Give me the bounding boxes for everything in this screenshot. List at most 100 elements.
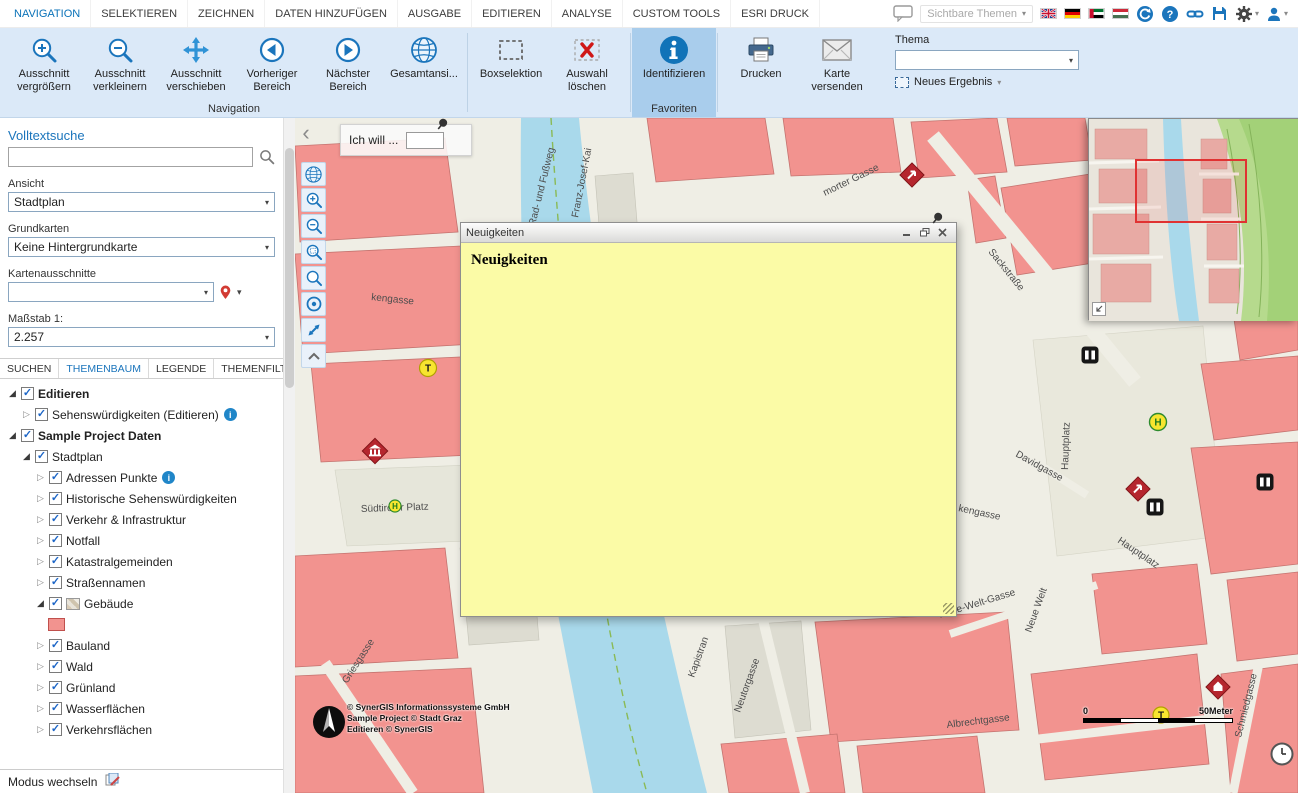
map-zoom-free-button[interactable]: [301, 266, 326, 290]
tree-label[interactable]: Bauland: [66, 639, 110, 653]
close-icon[interactable]: [935, 226, 951, 240]
poi-sight-icon[interactable]: [1147, 499, 1164, 516]
gear-icon[interactable]: ▾: [1235, 5, 1259, 23]
tree-label[interactable]: Katastralgemeinden: [66, 555, 173, 569]
menu-item-daten-hinzufuegen[interactable]: DATEN HINZUFÜGEN: [265, 0, 398, 27]
expand-toggle-icon[interactable]: ▷: [34, 556, 47, 567]
user-icon[interactable]: ▾: [1266, 6, 1288, 22]
tree-label[interactable]: Wasserflächen: [66, 702, 145, 716]
expand-toggle-icon[interactable]: ▷: [20, 409, 33, 420]
collapse-toggle-icon[interactable]: ◢: [6, 430, 19, 441]
flag-hu-icon[interactable]: [1112, 8, 1129, 19]
layer-checkbox[interactable]: ✓: [49, 702, 62, 715]
map-viewport[interactable]: Rad- und Fußweg Franz-Josef-Kai morter G…: [295, 118, 1298, 793]
tool-naechster-bereich[interactable]: Nächster Bereich: [310, 31, 386, 102]
map-center-button[interactable]: [301, 292, 326, 316]
tool-drucken[interactable]: Drucken: [723, 31, 799, 102]
tool-ausschnitt-verschieben[interactable]: Ausschnitt verschieben: [158, 31, 234, 102]
tool-auswahl-loeschen[interactable]: Auswahl löschen: [549, 31, 625, 102]
layer-checkbox[interactable]: ✓: [49, 723, 62, 736]
map-globe-button[interactable]: [301, 162, 326, 186]
layer-checkbox[interactable]: ✓: [49, 681, 62, 694]
map-zoom-in-button[interactable]: [301, 188, 326, 212]
window-titlebar[interactable]: Neuigkeiten: [461, 223, 956, 243]
tree-label[interactable]: Adressen Punkte: [66, 471, 157, 485]
tab-themenbaum[interactable]: THEMENBAUM: [59, 359, 149, 378]
link-icon[interactable]: [1186, 5, 1204, 23]
collapse-toggle-icon[interactable]: ◢: [34, 598, 47, 609]
tree-label[interactable]: Gebäude: [84, 597, 133, 611]
tree-label[interactable]: Sample Project Daten: [38, 429, 161, 443]
sidebar-scrollbar[interactable]: [283, 118, 295, 793]
layer-checkbox[interactable]: ✓: [21, 387, 34, 400]
save-icon[interactable]: [1211, 5, 1228, 22]
info-icon[interactable]: i: [162, 471, 175, 484]
tool-gesamtansi[interactable]: Gesamtansi...: [386, 31, 462, 102]
restore-icon[interactable]: [917, 226, 933, 240]
ansicht-select[interactable]: Stadtplan▾: [8, 192, 275, 212]
menu-item-esri-druck[interactable]: ESRI DRUCK: [731, 0, 820, 27]
map-pin-icon[interactable]: [219, 285, 232, 300]
map-toolbar-collapse-button[interactable]: [301, 344, 326, 368]
overview-collapse-button[interactable]: [1092, 302, 1106, 316]
expand-toggle-icon[interactable]: ▷: [34, 577, 47, 588]
transit-stop-marker[interactable]: H: [1150, 414, 1167, 431]
tab-legende[interactable]: LEGENDE: [149, 359, 214, 378]
layer-checkbox[interactable]: ✓: [35, 450, 48, 463]
neues-ergebnis-dropdown[interactable]: Neues Ergebnis▾: [895, 76, 1079, 88]
expand-toggle-icon[interactable]: ▷: [34, 472, 47, 483]
tree-label[interactable]: Grünland: [66, 681, 115, 695]
clock-icon[interactable]: [1270, 742, 1294, 769]
layer-checkbox[interactable]: ✓: [35, 408, 48, 421]
layer-checkbox[interactable]: ✓: [49, 597, 62, 610]
layer-checkbox[interactable]: ✓: [21, 429, 34, 442]
expand-toggle-icon[interactable]: ▷: [34, 682, 47, 693]
tree-label[interactable]: Wald: [66, 660, 93, 674]
expand-toggle-icon[interactable]: ▷: [34, 640, 47, 651]
expand-toggle-icon[interactable]: ▷: [34, 703, 47, 714]
info-icon[interactable]: i: [224, 408, 237, 421]
menu-item-navigation[interactable]: NAVIGATION: [4, 0, 91, 27]
menu-item-analyse[interactable]: ANALYSE: [552, 0, 623, 27]
poi-sight-icon[interactable]: [1257, 474, 1274, 491]
tool-ausschnitt-vergroessern[interactable]: Ausschnitt vergrößern: [6, 31, 82, 102]
tree-label[interactable]: Verkehrsflächen: [66, 723, 152, 737]
poi-sight-icon[interactable]: [1082, 347, 1099, 364]
resize-handle[interactable]: [943, 603, 954, 614]
menu-item-selektieren[interactable]: SELEKTIEREN: [91, 0, 188, 27]
refresh-icon[interactable]: [1136, 5, 1154, 23]
massstab-select[interactable]: 2.257▾: [8, 327, 275, 347]
layer-checkbox[interactable]: ✓: [49, 513, 62, 526]
tree-label[interactable]: Stadtplan: [52, 450, 103, 464]
menu-item-editieren[interactable]: EDITIEREN: [472, 0, 552, 27]
layer-checkbox[interactable]: ✓: [49, 555, 62, 568]
map-zoom-window-button[interactable]: [301, 240, 326, 264]
layer-checkbox[interactable]: ✓: [49, 534, 62, 547]
overview-map[interactable]: [1088, 118, 1298, 320]
tool-boxselektion[interactable]: Boxselektion: [473, 31, 549, 102]
map-zoom-out-button[interactable]: [301, 214, 326, 238]
tree-label[interactable]: Sehenswürdigkeiten (Editieren): [52, 408, 219, 422]
flag-ae-icon[interactable]: [1088, 8, 1105, 19]
flag-uk-icon[interactable]: [1040, 8, 1057, 19]
expand-toggle-icon[interactable]: ▷: [34, 514, 47, 525]
expand-toggle-icon[interactable]: ▷: [34, 535, 47, 546]
search-icon[interactable]: [259, 149, 275, 165]
tool-karte-versenden[interactable]: Karte versenden: [799, 31, 875, 102]
extent-rectangle[interactable]: [1135, 159, 1247, 223]
grundkarten-select[interactable]: Keine Hintergrundkarte▾: [8, 237, 275, 257]
thema-select[interactable]: ▾: [895, 50, 1079, 70]
tree-label[interactable]: Verkehr & Infrastruktur: [66, 513, 186, 527]
transit-stop-marker[interactable]: H: [389, 500, 401, 512]
layer-checkbox[interactable]: ✓: [49, 492, 62, 505]
menu-item-ausgabe[interactable]: AUSGABE: [398, 0, 472, 27]
tree-label[interactable]: Straßennamen: [66, 576, 145, 590]
layer-checkbox[interactable]: ✓: [49, 471, 62, 484]
tab-themenfilter[interactable]: THEMENFILTER: [214, 359, 283, 378]
minimize-icon[interactable]: [899, 226, 915, 240]
expand-toggle-icon[interactable]: ▷: [34, 661, 47, 672]
tab-suchen[interactable]: SUCHEN: [0, 359, 59, 378]
tree-label[interactable]: Historische Sehenswürdigkeiten: [66, 492, 237, 506]
flag-de-icon[interactable]: [1064, 8, 1081, 19]
layer-checkbox[interactable]: ✓: [49, 576, 62, 589]
